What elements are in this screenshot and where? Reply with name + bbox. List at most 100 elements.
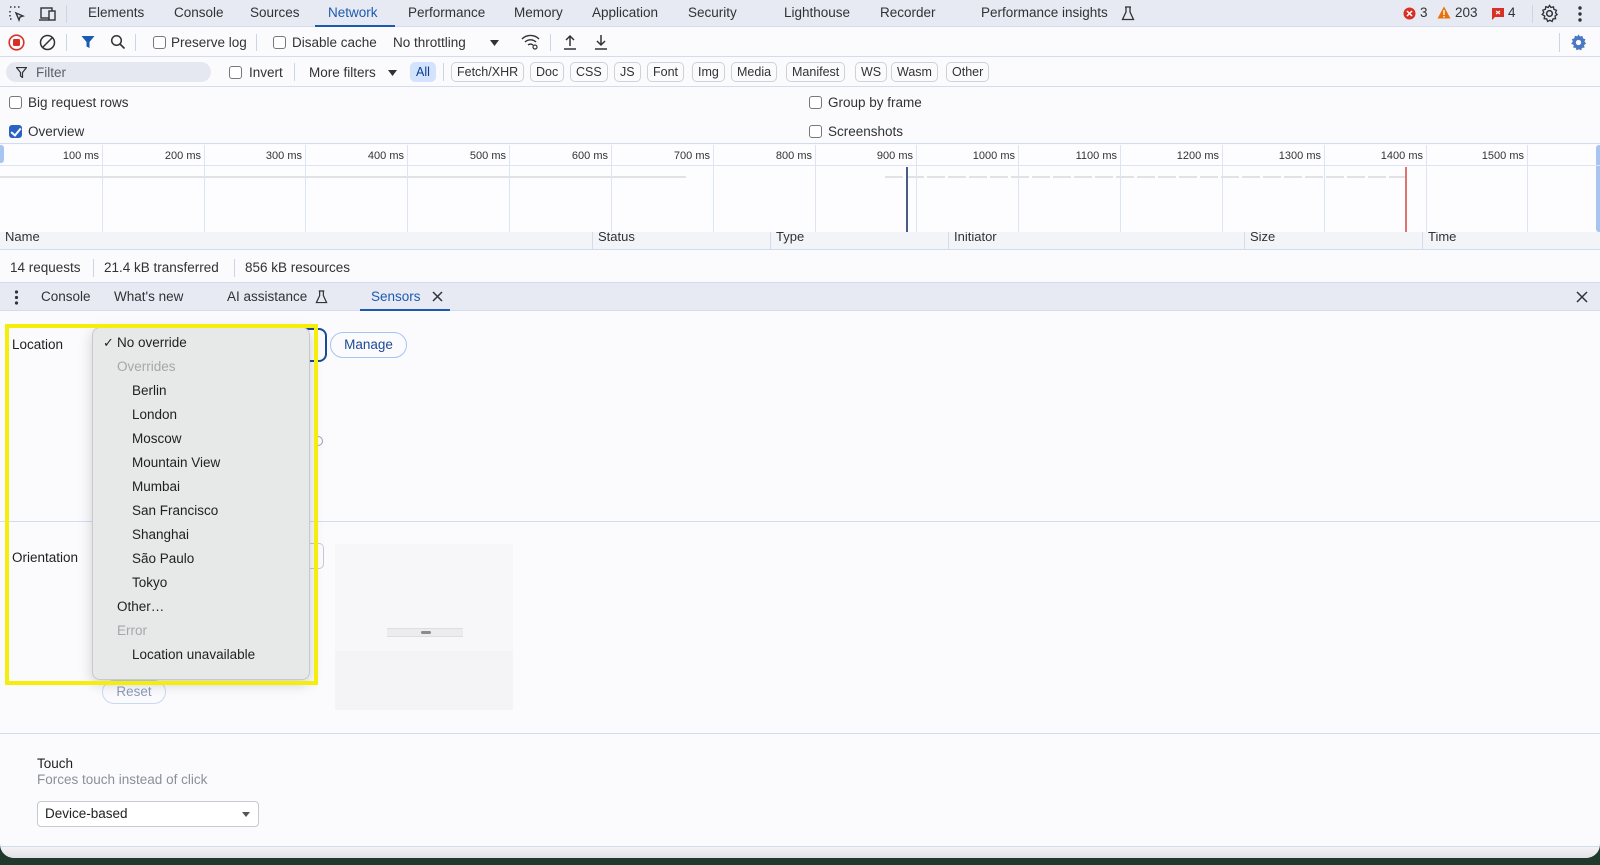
drawer-tab-ai-assistance[interactable]: AI assistance	[227, 289, 307, 304]
tab-sources[interactable]: Sources	[250, 5, 300, 20]
type-chip-manifest[interactable]: Manifest	[786, 62, 846, 82]
manage-locations-button[interactable]: Manage	[330, 332, 407, 358]
type-chip-wasm[interactable]: Wasm	[891, 62, 938, 82]
location-option[interactable]: San Francisco	[93, 499, 309, 523]
network-settings-gear-icon[interactable]	[1569, 33, 1588, 52]
chevron-down-icon[interactable]	[490, 40, 499, 47]
group-by-frame-checkbox[interactable]	[809, 96, 822, 109]
timeline-tick-label: 200 ms	[164, 150, 201, 162]
column-status[interactable]: Status	[592, 232, 635, 249]
timeline-gridline	[1426, 145, 1427, 232]
column-time[interactable]: Time	[1422, 232, 1456, 249]
touch-select[interactable]: Device-based	[37, 801, 259, 827]
type-chip-img[interactable]: Img	[692, 62, 725, 82]
device-toolbar-icon[interactable]	[38, 5, 58, 23]
orientation-device-preview[interactable]	[335, 544, 513, 710]
more-options-icon[interactable]	[1577, 5, 1583, 23]
tab-elements[interactable]: Elements	[88, 5, 144, 20]
issues-icon[interactable]	[1492, 8, 1504, 20]
type-chip-js[interactable]: JS	[614, 62, 641, 82]
location-option[interactable]: Moscow	[93, 427, 309, 451]
type-chip-css[interactable]: CSS	[570, 62, 608, 82]
chevron-down-icon[interactable]	[388, 70, 397, 77]
tab-lighthouse[interactable]: Lighthouse	[784, 5, 850, 20]
filter-input[interactable]: Filter	[6, 62, 211, 82]
screenshots-label: Screenshots	[828, 124, 904, 139]
location-option[interactable]: São Paulo	[93, 547, 309, 571]
tab-console[interactable]: Console	[174, 5, 224, 20]
tab-memory[interactable]: Memory	[514, 5, 563, 20]
inspect-element-icon[interactable]	[8, 5, 26, 23]
menu-item-label: Shanghai	[132, 527, 190, 542]
type-chip-media[interactable]: Media	[731, 62, 778, 82]
tab-performance-insights[interactable]: Performance insights	[981, 5, 1108, 20]
overview-checkbox[interactable]	[9, 125, 22, 138]
close-tab-icon[interactable]	[432, 291, 443, 302]
location-option[interactable]: Berlin	[93, 379, 309, 403]
drawer-tab-sensors[interactable]: Sensors	[371, 289, 421, 304]
tab-performance[interactable]: Performance	[408, 5, 485, 20]
menu-item-label: Error	[117, 623, 147, 638]
location-option[interactable]: Other…	[93, 595, 309, 619]
divider	[66, 34, 67, 51]
big-request-rows-checkbox[interactable]	[9, 96, 22, 109]
tab-recorder[interactable]: Recorder	[880, 5, 936, 20]
drawer-tab-whats-new[interactable]: What's new	[114, 289, 183, 304]
location-dropdown-menu[interactable]: ✓ No override Overrides Berlin London Moscow M…	[92, 327, 310, 680]
preserve-log-checkbox[interactable]	[153, 36, 166, 49]
timeline-gridline	[713, 145, 714, 232]
network-conditions-icon[interactable]	[521, 34, 540, 50]
export-har-icon[interactable]	[594, 34, 608, 50]
type-chip-all[interactable]: All	[410, 62, 436, 82]
type-chip-fetch-xhr[interactable]: Fetch/XHR	[451, 62, 525, 82]
location-option[interactable]: Mountain View	[93, 451, 309, 475]
location-option[interactable]: Mumbai	[93, 475, 309, 499]
more-filters-dropdown[interactable]: More filters	[309, 65, 376, 80]
timeline-overview[interactable]: 100 ms 200 ms 300 ms 400 ms 500 ms 600 ms 700 …	[0, 145, 1600, 232]
load-event-marker	[1405, 167, 1407, 232]
timeline-left-handle[interactable]	[0, 145, 4, 163]
location-option[interactable]: Tokyo	[93, 571, 309, 595]
type-chip-doc[interactable]: Doc	[530, 62, 565, 82]
invert-label: Invert	[249, 65, 283, 80]
drawer-menu-icon[interactable]	[14, 290, 19, 305]
search-icon[interactable]	[110, 34, 126, 50]
warning-icon[interactable]	[1437, 6, 1451, 19]
column-name[interactable]: Name	[0, 232, 40, 249]
filter-funnel-icon[interactable]	[81, 35, 95, 49]
type-chip-ws[interactable]: WS	[855, 62, 888, 82]
error-count[interactable]: 3	[1420, 5, 1428, 20]
invert-checkbox[interactable]	[229, 66, 242, 79]
error-icon[interactable]	[1403, 7, 1416, 20]
type-chip-font[interactable]: Font	[647, 62, 685, 82]
throttling-select[interactable]: No throttling	[393, 35, 466, 50]
close-drawer-icon[interactable]	[1576, 291, 1588, 303]
location-option[interactable]: Location unavailable	[93, 643, 309, 667]
location-option[interactable]: London	[93, 403, 309, 427]
clear-icon[interactable]	[39, 34, 56, 51]
settings-gear-icon[interactable]	[1540, 4, 1559, 23]
big-request-rows-label: Big request rows	[28, 95, 129, 110]
reset-orientation-button[interactable]: Reset	[102, 680, 166, 704]
tab-security[interactable]: Security	[688, 5, 737, 20]
location-option[interactable]: ✓ No override	[93, 331, 309, 355]
flask-icon	[315, 290, 328, 304]
timeline-tick-label: 700 ms	[673, 150, 710, 162]
column-type[interactable]: Type	[770, 232, 804, 249]
screenshots-checkbox[interactable]	[809, 125, 822, 138]
stop-recording-icon[interactable]	[8, 34, 25, 51]
drawer-tab-console[interactable]: Console	[41, 289, 91, 304]
request-count: 14 requests	[10, 260, 81, 275]
tab-application[interactable]: Application	[592, 5, 658, 20]
warning-count[interactable]: 203	[1455, 5, 1478, 20]
timeline-gridline	[1120, 145, 1121, 232]
type-chip-other[interactable]: Other	[946, 62, 990, 82]
timeline-tick-label: 800 ms	[775, 150, 812, 162]
location-option[interactable]: Shanghai	[93, 523, 309, 547]
import-har-icon[interactable]	[563, 34, 577, 50]
column-size[interactable]: Size	[1244, 232, 1275, 249]
column-initiator[interactable]: Initiator	[948, 232, 997, 249]
disable-cache-checkbox[interactable]	[273, 36, 286, 49]
issues-count[interactable]: 4	[1508, 5, 1516, 20]
tab-network[interactable]: Network	[328, 5, 378, 20]
